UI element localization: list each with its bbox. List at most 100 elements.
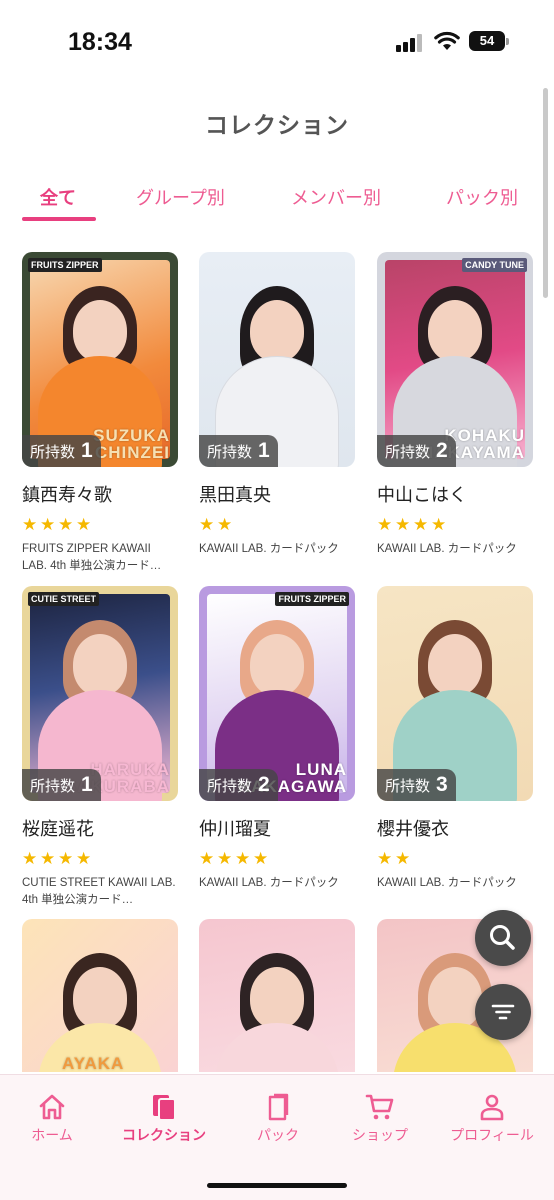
card-pack: KAWAII LAB. カードパック [377,543,517,555]
card-image [199,919,355,1072]
collection-card[interactable]: CUTIE STREET HARUKA SAKURABA 所持数 1 桜庭遥花 ★… [22,586,178,909]
star-icon: ★ [377,515,393,535]
card-image: CUTIE STREET HARUKA SAKURABA 所持数 1 [22,586,178,801]
pack-icon [268,1093,289,1121]
card-member-name: SUZUKA CHINZEI [93,426,170,462]
card-image: 所持数 1 [199,252,355,467]
nav-label: コレクション [122,1128,206,1144]
star-icon: ★ [413,515,429,535]
card-name: 黒田真央 [199,485,271,506]
tab-by-pack[interactable]: パック別 [446,184,518,210]
card-pack: KAWAII LAB. カードパック [199,543,339,555]
collection-card[interactable]: 所持数 3 櫻井優衣 ★ ★ KAWAII LAB. カードパック [377,586,533,892]
card-pack: KAWAII LAB. カードパック [377,877,517,889]
card-pack: CUTIE STREET KAWAII LAB. 4th 単独公演カード… [22,877,176,906]
star-icon: ★ [431,515,447,535]
owned-count-badge: 所持数 1 [199,435,278,467]
nav-item-collection[interactable]: コレクション [112,1093,216,1145]
star-icon: ★ [22,515,38,535]
collection-card[interactable] [199,919,355,1072]
card-name: 鎮西寿々歌 [22,485,112,506]
active-tab-indicator [22,217,96,221]
card-image: 所持数 3 [377,586,533,801]
search-button[interactable] [475,910,531,966]
nav-item-profile[interactable]: プロフィール [442,1093,542,1145]
owned-count-badge: 所持数 1 [22,769,101,801]
card-pack: KAWAII LAB. カードパック [199,877,339,889]
star-icon: ★ [253,849,269,869]
card-name: 桜庭遥花 [22,819,94,840]
star-icon: ★ [40,849,56,869]
group-logo: CANDY TUNE [462,258,527,272]
wifi-icon [434,31,460,50]
rarity-stars: ★ ★ ★ ★ [199,849,355,869]
card-image: FRUITS ZIPPER LUNA NAKAGAWA 所持数 2 [199,586,355,801]
rarity-stars: ★ ★ [377,849,533,869]
collection-card[interactable]: FRUITS ZIPPER SUZUKA CHINZEI 所持数 1 鎮西寿々歌 … [22,252,178,575]
star-icon: ★ [76,849,92,869]
card-grid: FRUITS ZIPPER SUZUKA CHINZEI 所持数 1 鎮西寿々歌 … [0,252,554,1072]
star-icon: ★ [377,849,393,869]
group-logo: CUTIE STREET [28,592,100,606]
tab-by-member[interactable]: メンバー別 [291,184,381,210]
rarity-stars: ★ ★ [199,515,355,535]
collection-card[interactable]: AYAKA [22,919,178,1072]
rarity-stars: ★ ★ ★ ★ [22,515,178,535]
card-name: 中山こはく [377,485,467,506]
star-icon: ★ [217,849,233,869]
owned-count-badge: 所持数 3 [377,769,456,801]
star-icon: ★ [235,849,251,869]
nav-label: ホーム [31,1128,73,1144]
star-icon: ★ [58,849,74,869]
collection-card[interactable]: FRUITS ZIPPER LUNA NAKAGAWA 所持数 2 仲川瑠夏 ★ ★… [199,586,355,892]
home-icon [39,1094,65,1120]
home-indicator [207,1183,347,1188]
star-icon: ★ [395,515,411,535]
page-title: コレクション [205,113,349,139]
battery-indicator: 54 [469,31,509,51]
rarity-stars: ★ ★ ★ ★ [377,515,533,535]
owned-count-badge: 所持数 2 [199,769,278,801]
card-image: AYAKA [22,919,178,1072]
collection-tabs: 全て グループ別 メンバー別 パック別 [0,176,554,224]
status-time: 18:34 [68,28,132,56]
star-icon: ★ [76,515,92,535]
star-icon: ★ [199,515,215,535]
nav-item-pack[interactable]: パック [248,1093,308,1145]
collection-card[interactable]: CANDY TUNE KOHAKU NAKAYAMA 所持数 2 中山こはく ★ ★… [377,252,533,558]
tab-by-group[interactable]: グループ別 [136,184,225,210]
nav-item-home[interactable]: ホーム [20,1093,84,1145]
nav-item-shop[interactable]: ショップ [344,1093,416,1145]
profile-icon [480,1094,504,1121]
star-icon: ★ [199,849,215,869]
card-image: FRUITS ZIPPER SUZUKA CHINZEI 所持数 1 [22,252,178,467]
tab-all[interactable]: 全て [40,184,76,210]
card-pack: FRUITS ZIPPER KAWAII LAB. 4th 単独公演カード… [22,543,162,572]
cellular-signal-icon [396,34,426,52]
card-member-name: AYAKA [62,1054,125,1072]
collection-card[interactable]: 所持数 1 黒田真央 ★ ★ KAWAII LAB. カードパック [199,252,355,558]
bottom-nav: ホーム コレクション パック ショップ プロフィール [0,1074,554,1200]
status-bar: 18:34 54 [0,0,554,80]
nav-label: パック [257,1128,299,1144]
filter-icon [491,1004,515,1020]
card-name: 仲川瑠夏 [199,819,271,840]
rarity-stars: ★ ★ ★ ★ [22,849,178,869]
group-logo: FRUITS ZIPPER [275,592,349,606]
owned-count-badge: 所持数 2 [377,435,456,467]
nav-label: プロフィール [450,1128,534,1144]
nav-label: ショップ [352,1128,408,1144]
card-image: CANDY TUNE KOHAKU NAKAYAMA 所持数 2 [377,252,533,467]
card-name: 櫻井優衣 [377,819,449,840]
star-icon: ★ [58,515,74,535]
group-logo: FRUITS ZIPPER [28,258,102,272]
cart-icon [365,1094,394,1120]
star-icon: ★ [40,515,56,535]
star-icon: ★ [217,515,233,535]
search-icon [490,925,515,950]
owned-count-badge: 所持数 1 [22,435,101,467]
star-icon: ★ [22,849,38,869]
collection-icon [153,1095,176,1121]
star-icon: ★ [395,849,411,869]
filter-button[interactable] [475,984,531,1040]
